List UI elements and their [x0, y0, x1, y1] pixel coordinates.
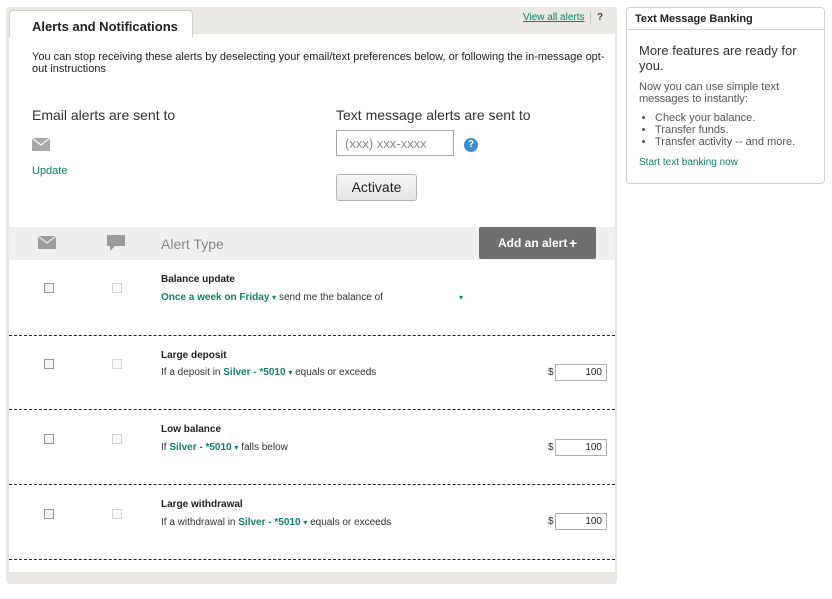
alert-desc-balance-update: Once a week on Friday ▾ send me the bala… [161, 292, 383, 303]
amount-input-large-deposit[interactable]: 100 [555, 364, 607, 381]
add-alert-label: Add an alert [498, 236, 568, 250]
alert-desc-low-balance: If Silver - *5010 ▾ falls below [161, 442, 288, 453]
alert-title-large-deposit: Large deposit [161, 350, 227, 361]
help-icon[interactable]: ? [597, 12, 603, 23]
email-checkbox-low-balance[interactable] [44, 434, 54, 444]
side-panel-title: Text Message Banking [635, 13, 753, 25]
amount-input-large-withdrawal[interactable]: 100 [555, 513, 607, 530]
intro-text: You can stop receiving these alerts by d… [32, 51, 605, 75]
tab-label: Alerts and Notifications [32, 19, 178, 34]
list-item: Check your balance. [655, 112, 832, 124]
text-checkbox-large-deposit[interactable] [112, 359, 122, 369]
text-column-icon [107, 235, 125, 256]
tab-alerts-and-notifications[interactable]: Alerts and Notifications [9, 10, 193, 37]
currency-symbol: $ [548, 367, 554, 378]
link-divider [590, 12, 591, 25]
row-divider [9, 559, 615, 560]
plus-icon: + [569, 235, 578, 251]
row-divider [9, 484, 615, 485]
frequency-dropdown[interactable]: Once a week on Friday [161, 292, 269, 303]
text-checkbox-balance-update[interactable] [112, 283, 122, 293]
desc-text: equals or exceeds [295, 367, 377, 378]
alert-title-low-balance: Low balance [161, 424, 222, 435]
currency-symbol: $ [548, 516, 554, 527]
email-checkbox-balance-update[interactable] [44, 283, 54, 293]
row-divider [9, 335, 615, 336]
phone-help-icon[interactable]: ? [464, 138, 478, 152]
desc-text: falls below [241, 442, 288, 453]
side-panel-subtext: Now you can use simple text messages to … [639, 81, 780, 105]
feature-list: Check your balance. Transfer funds. Tran… [639, 112, 832, 148]
chevron-down-icon[interactable]: ▾ [303, 518, 307, 527]
account-dropdown-chevron-icon[interactable]: ▾ [459, 293, 463, 302]
side-panel-divider [627, 29, 824, 30]
envelope-icon [31, 137, 51, 156]
email-column-icon [37, 235, 57, 254]
chevron-down-icon[interactable]: ▾ [234, 443, 238, 452]
alert-type-header: Alert Type [161, 236, 224, 252]
email-alerts-label: Email alerts are sent to [32, 107, 176, 123]
desc-text: equals or exceeds [310, 517, 392, 528]
side-panel-headline: More features are ready for you. [639, 43, 797, 73]
phone-number-input[interactable] [336, 130, 454, 156]
add-alert-button[interactable]: Add an alert + [479, 227, 596, 259]
start-text-banking-link[interactable]: Start text banking now [639, 157, 738, 168]
row-divider [9, 409, 615, 410]
text-checkbox-large-withdrawal[interactable] [112, 509, 122, 519]
email-checkbox-large-withdrawal[interactable] [44, 509, 54, 519]
update-email-link[interactable]: Update [32, 165, 67, 177]
alert-desc-large-withdrawal: If a withdrawal in Silver - *5010 ▾ equa… [161, 517, 391, 528]
list-item: Transfer funds. [655, 124, 832, 136]
list-item: Transfer activity -- and more. [655, 136, 832, 148]
currency-symbol: $ [548, 442, 554, 453]
chevron-down-icon[interactable]: ▾ [288, 368, 292, 377]
desc-text: If [161, 442, 167, 453]
alert-desc-large-deposit: If a deposit in Silver - *5010 ▾ equals … [161, 367, 376, 378]
text-alerts-label: Text message alerts are sent to [336, 107, 531, 123]
account-dropdown[interactable]: Silver - *5010 [238, 517, 300, 528]
activate-button[interactable]: Activate [336, 174, 417, 201]
email-checkbox-large-deposit[interactable] [44, 359, 54, 369]
amount-input-low-balance[interactable]: 100 [555, 439, 607, 456]
desc-text: send me the balance of [278, 292, 383, 303]
desc-text: If a deposit in [161, 367, 221, 378]
account-dropdown[interactable]: Silver - *5010 [169, 442, 231, 453]
desc-text: If a withdrawal in [161, 517, 236, 528]
account-dropdown[interactable]: Silver - *5010 [223, 367, 285, 378]
alert-title-large-withdrawal: Large withdrawal [161, 499, 243, 510]
alert-title-balance-update: Balance update [161, 274, 235, 285]
chevron-down-icon[interactable]: ▾ [272, 293, 276, 302]
view-all-alerts-link[interactable]: View all alerts [523, 12, 585, 23]
text-checkbox-low-balance[interactable] [112, 434, 122, 444]
